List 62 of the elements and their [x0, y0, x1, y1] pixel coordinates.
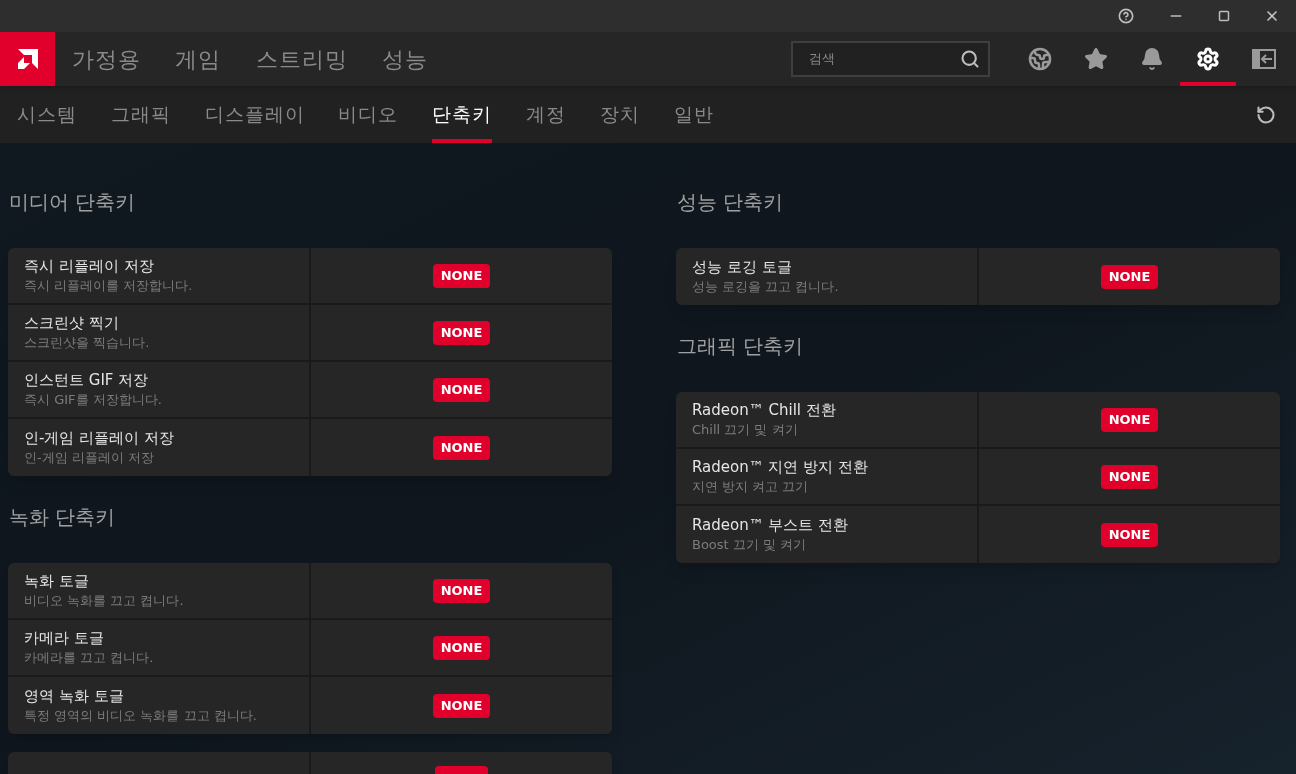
hotkey-title: 녹화 토글: [24, 570, 90, 591]
hotkey-description: 성능 로깅을 끄고 켭니다.: [692, 277, 840, 296]
bell-icon[interactable]: [1140, 47, 1164, 71]
settings-tab[interactable]: 그래픽: [110, 86, 171, 143]
settings-tab[interactable]: 시스템: [17, 86, 77, 143]
hotkey-title: 영역 녹화 토글: [24, 685, 125, 706]
hotkey-description: 지연 방지 켜고 끄기: [692, 477, 810, 496]
hotkey-button[interactable]: NONE: [432, 377, 491, 402]
hotkey-button[interactable]: NONE: [432, 578, 491, 603]
logo-icon: [15, 47, 40, 71]
hotkey-title: 카메라 토글: [24, 627, 105, 648]
nav-tab[interactable]: 게임: [175, 42, 222, 76]
hotkey-title: 인스턴트 GIF 저장: [24, 369, 150, 390]
hotkey-description: 특정 영역의 비디오 녹화를 끄고 켭니다.: [24, 706, 258, 725]
hotkey-description: 즉시 GIF를 저장합니다.: [24, 390, 163, 409]
hotkey-button[interactable]: NONE: [1100, 464, 1159, 489]
section-heading: 그래픽 단축키: [676, 333, 805, 360]
section-heading: 성능 단축키: [676, 189, 785, 216]
hotkey-button[interactable]: NONE: [1100, 264, 1159, 289]
reset-icon[interactable]: [1256, 105, 1276, 125]
hotkey-description: 카메라를 끄고 켭니다.: [24, 648, 155, 667]
search-input[interactable]: 검색: [809, 49, 960, 69]
hotkey-title: 스크린샷 찍기: [24, 312, 120, 333]
search-icon[interactable]: [960, 49, 980, 69]
nav-tab[interactable]: 성능: [381, 42, 429, 76]
settings-icon[interactable]: [1196, 47, 1220, 71]
hotkey-description: 비디오 녹화를 끄고 켭니다.: [24, 591, 185, 610]
hotkey-description: Boost 끄기 및 켜기: [692, 535, 808, 554]
hotkey-title: Radeon™ Chill 전환: [692, 399, 837, 420]
hotkey-button[interactable]: NONE: [432, 320, 491, 345]
hotkey-button[interactable]: NONE: [1100, 522, 1159, 547]
globe-icon[interactable]: [1028, 47, 1052, 71]
hotkey-button[interactable]: NONE: [432, 693, 491, 718]
hotkey-title: 인-게임 리플레이 저장: [24, 427, 175, 448]
close-icon[interactable]: [1264, 8, 1280, 24]
maximize-icon[interactable]: [1218, 10, 1230, 22]
logo[interactable]: [0, 32, 55, 86]
settings-tab[interactable]: 디스플레이: [204, 86, 305, 143]
settings-tab[interactable]: 계정: [526, 86, 567, 143]
hotkey-button[interactable]: NONE: [432, 263, 491, 288]
settings-tab[interactable]: 장치: [600, 86, 640, 143]
hotkey-title: 성능 로깅 토글: [692, 256, 793, 277]
hotkey-button[interactable]: NONE: [432, 635, 491, 660]
settings-tab[interactable]: 비디오: [338, 86, 399, 143]
hotkey-description: 즉시 리플레이를 저장합니다.: [24, 276, 194, 295]
search-field[interactable]: 검색: [791, 41, 990, 77]
hotkey-description: 스크린샷을 찍습니다.: [24, 333, 151, 352]
hotkey-title: Radeon™ 지연 방지 전환: [692, 456, 870, 477]
hotkey-description: Chill 끄기 및 켜기: [692, 420, 799, 439]
nav-tab[interactable]: 가정용: [72, 42, 142, 76]
section-heading: 녹화 단축키: [8, 504, 117, 531]
hotkey-button[interactable]: NONE: [432, 435, 491, 460]
panel-exit-icon[interactable]: [1252, 49, 1276, 69]
hotkey-button[interactable]: NONE: [1100, 407, 1159, 432]
star-icon[interactable]: [1084, 47, 1108, 71]
hotkey-description: 인-게임 리플레이 저장: [24, 448, 155, 467]
settings-tab[interactable]: 일반: [674, 86, 714, 143]
hotkey-title: 즉시 리플레이 저장: [24, 255, 155, 276]
section-heading: 미디어 단축키: [8, 189, 137, 216]
hotkey-title: Radeon™ 부스트 전환: [692, 514, 850, 535]
nav-tab[interactable]: 스트리밍: [255, 42, 348, 76]
help-icon[interactable]: [1118, 8, 1134, 24]
